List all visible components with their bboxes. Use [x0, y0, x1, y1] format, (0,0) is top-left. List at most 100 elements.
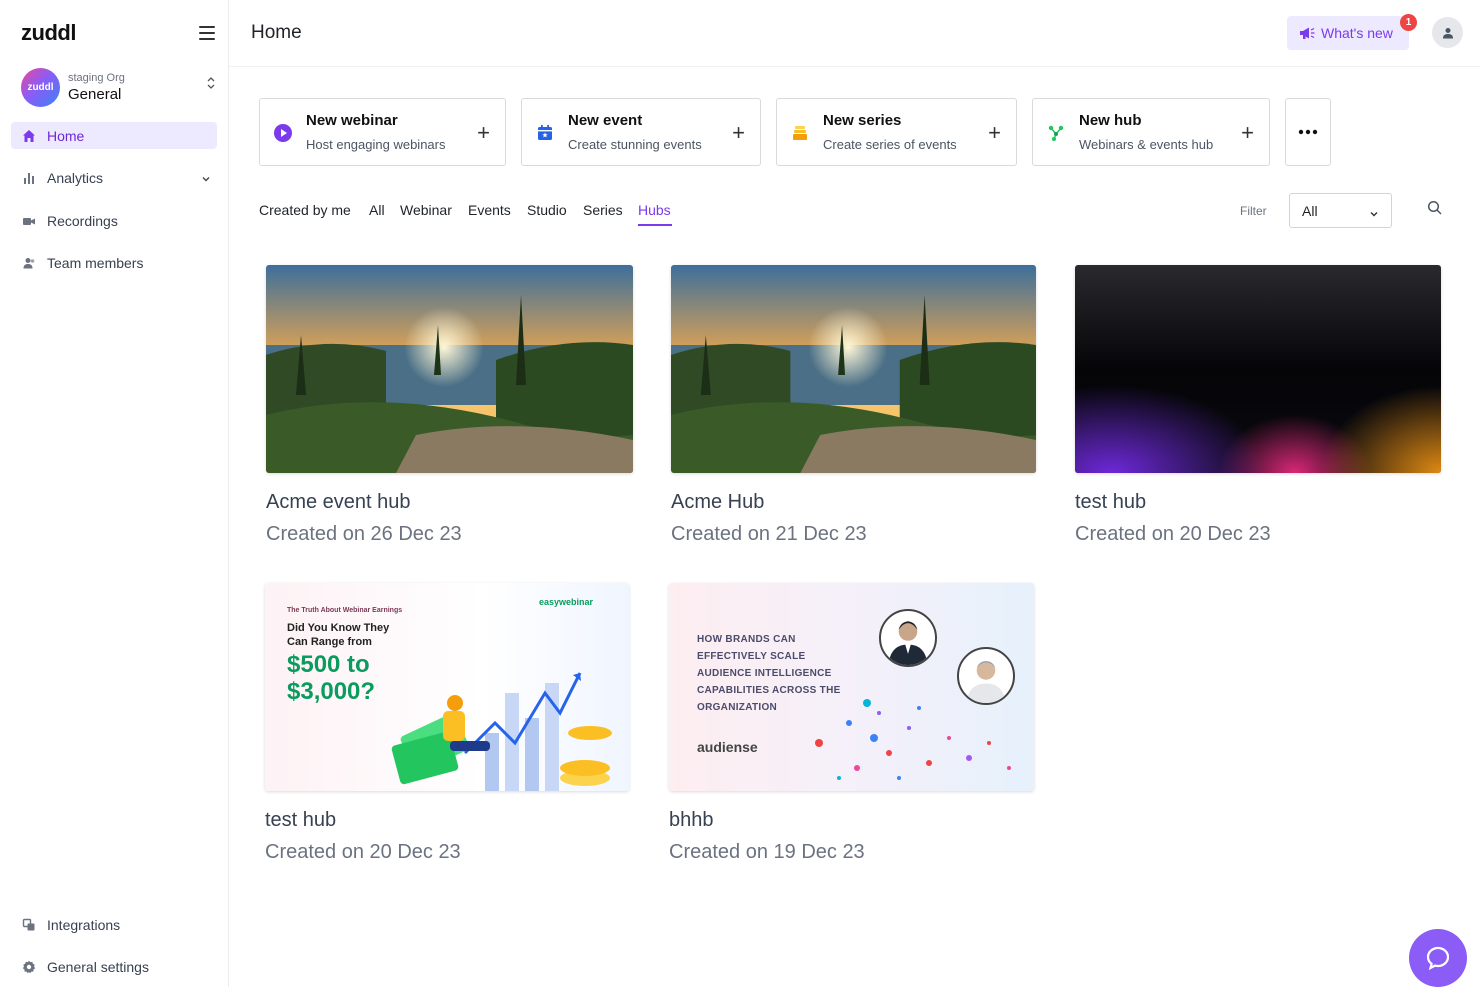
- hub-name: Acme Hub: [671, 491, 765, 513]
- hub-date: Created on 21 Dec 23: [671, 523, 867, 545]
- sidebar-item-label: General settings: [47, 958, 149, 975]
- promo-amount-line: $3,000?: [287, 678, 376, 705]
- integrations-icon: [22, 918, 36, 932]
- tab-series[interactable]: Series: [583, 202, 623, 218]
- card-subtitle: Create series of events: [823, 137, 957, 152]
- hub-thumbnail: [671, 265, 1036, 473]
- active-tab-indicator: [638, 224, 672, 226]
- notification-badge: 1: [1400, 14, 1417, 31]
- growth-illustration: [391, 672, 612, 791]
- audiense-title-line: AUDIENCE INTELLIGENCE: [697, 668, 832, 679]
- chevron-down-icon: [201, 171, 211, 187]
- hub-card[interactable]: HOW BRANDS CAN EFFECTIVELY SCALE AUDIENC…: [669, 583, 1034, 864]
- card-title: New webinar: [306, 112, 398, 129]
- new-webinar-card[interactable]: New webinar Host engaging webinars +: [259, 98, 506, 166]
- hub-thumbnail: [266, 265, 633, 473]
- page-title: Home: [251, 22, 302, 43]
- hub-name: test hub: [265, 809, 337, 831]
- plus-icon: +: [1241, 120, 1254, 145]
- top-bar: Home What's new 1: [229, 0, 1480, 67]
- hub-name: Acme event hub: [266, 491, 411, 513]
- plus-icon: +: [732, 120, 745, 145]
- hub-card[interactable]: The Truth About Webinar Earnings Did You…: [265, 583, 629, 864]
- audiense-title-line: EFFECTIVELY SCALE: [697, 651, 806, 662]
- chat-support-button[interactable]: [1409, 929, 1467, 987]
- tab-webinar[interactable]: Webinar: [400, 202, 452, 218]
- tab-events[interactable]: Events: [468, 202, 511, 218]
- play-circle-icon: [273, 123, 293, 143]
- hub-thumbnail: The Truth About Webinar Earnings Did You…: [265, 583, 629, 791]
- more-horizontal-icon: [1298, 129, 1318, 135]
- sidebar-item-label: Recordings: [47, 212, 118, 229]
- tab-all[interactable]: All: [369, 202, 385, 218]
- promo-question-line: Did You Know They: [287, 622, 390, 634]
- speaker-avatar: [879, 609, 937, 667]
- chat-bubble-icon: [1426, 946, 1450, 971]
- whats-new-label: What's new: [1321, 25, 1393, 41]
- new-series-card[interactable]: New series Create series of events +: [776, 98, 1017, 166]
- hub-date: Created on 26 Dec 23: [266, 523, 462, 545]
- more-options-button[interactable]: [1285, 98, 1331, 166]
- sidebar-item-label: Analytics: [47, 169, 104, 186]
- hub-date: Created on 20 Dec 23: [1075, 523, 1271, 545]
- sidebar-item-team-members[interactable]: Team members: [11, 249, 217, 276]
- new-event-card[interactable]: New event Create stunning events +: [521, 98, 761, 166]
- tab-created-by-me[interactable]: Created by me: [259, 202, 351, 218]
- org-avatar: zuddl: [21, 67, 60, 107]
- sidebar-item-label: Team members: [47, 254, 144, 271]
- hub-card[interactable]: Acme Hub Created on 21 Dec 23: [671, 265, 1036, 546]
- sidebar-item-general-settings[interactable]: General settings: [11, 953, 217, 980]
- audiense-title-line: HOW BRANDS CAN: [697, 634, 796, 645]
- sidebar: zuddl zuddl staging Org General Home Ana…: [0, 0, 229, 987]
- sidebar-item-recordings[interactable]: Recordings: [11, 207, 217, 234]
- home-icon: [22, 129, 36, 143]
- card-title: New event: [568, 112, 643, 129]
- user-icon: [1442, 27, 1453, 38]
- up-down-chevron-icon: [207, 76, 215, 92]
- org-switcher[interactable]: zuddl staging Org General: [21, 66, 221, 108]
- whats-new-button[interactable]: What's new 1: [1287, 14, 1417, 50]
- hub-card[interactable]: test hub Created on 20 Dec 23: [1075, 265, 1441, 546]
- hub-date: Created on 20 Dec 23: [265, 841, 461, 863]
- promo-question-line: Can Range from: [287, 636, 372, 648]
- new-hub-card[interactable]: New hub Webinars & events hub +: [1032, 98, 1270, 166]
- menu-toggle-icon[interactable]: [199, 26, 215, 40]
- user-avatar[interactable]: [1432, 17, 1463, 48]
- plus-icon: +: [477, 120, 490, 145]
- hub-nodes-icon: [1046, 123, 1066, 143]
- sidebar-item-analytics[interactable]: Analytics: [11, 164, 217, 191]
- chevron-down-icon: [1369, 206, 1379, 222]
- gear-icon: [22, 960, 36, 974]
- card-subtitle: Create stunning events: [568, 137, 702, 152]
- sidebar-item-integrations[interactable]: Integrations: [11, 911, 217, 938]
- megaphone-icon: [1300, 27, 1315, 39]
- filter-value: All: [1302, 202, 1318, 219]
- sidebar-item-label: Home: [47, 127, 85, 144]
- card-subtitle: Webinars & events hub: [1079, 137, 1214, 152]
- sidebar-item-label: Integrations: [47, 916, 121, 933]
- app-logo[interactable]: zuddl: [21, 20, 76, 46]
- org-label-small: staging Org: [68, 71, 125, 84]
- sidebar-item-home[interactable]: Home: [11, 122, 217, 149]
- calendar-icon: [535, 123, 555, 143]
- promo-caption: The Truth About Webinar Earnings: [287, 607, 403, 614]
- hub-thumbnail: [1075, 265, 1441, 473]
- search-icon[interactable]: [1427, 200, 1443, 221]
- hub-card[interactable]: Acme event hub Created on 26 Dec 23: [266, 265, 633, 546]
- audiense-brand: audiense: [697, 739, 758, 755]
- hub-name: bhhb: [669, 809, 714, 831]
- hub-name: test hub: [1075, 491, 1147, 513]
- filter-select[interactable]: All: [1289, 193, 1392, 228]
- tab-studio[interactable]: Studio: [527, 202, 567, 218]
- card-title: New hub: [1079, 112, 1142, 129]
- tab-hubs[interactable]: Hubs: [638, 202, 671, 218]
- hub-thumbnail: HOW BRANDS CAN EFFECTIVELY SCALE AUDIENC…: [669, 583, 1034, 791]
- filter-label: Filter: [1240, 204, 1267, 218]
- promo-amount-line: $500 to: [287, 651, 370, 678]
- card-subtitle: Host engaging webinars: [306, 137, 446, 152]
- hub-date: Created on 19 Dec 23: [669, 841, 865, 863]
- users-icon: [22, 256, 36, 270]
- video-camera-icon: [22, 214, 36, 228]
- card-title: New series: [823, 112, 902, 129]
- plus-icon: +: [988, 120, 1001, 145]
